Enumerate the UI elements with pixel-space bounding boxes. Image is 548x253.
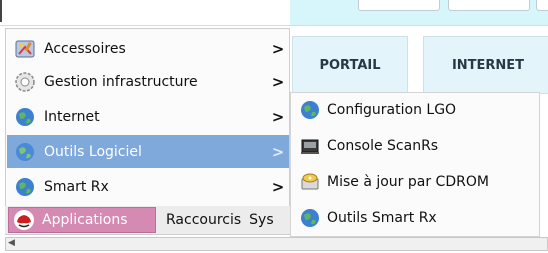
applications-button[interactable]: Applications [8,207,156,233]
submenu-item-label: Configuration LGO [327,102,457,118]
raccourcis-menu[interactable]: Raccourcis [166,212,241,228]
globe-icon [14,141,36,163]
menu-item-smart-rx[interactable]: Smart Rx > [7,170,289,203]
tab-internet[interactable]: INTERNET [423,36,548,94]
globe-icon [14,106,36,128]
globe-icon [14,176,36,198]
submenu-item-label: Mise à jour par CDROM [327,174,489,190]
background-top-button[interactable] [448,0,530,11]
submenu-item-configuration-lgo[interactable]: Configuration LGO [291,93,539,127]
horizontal-scrollbar[interactable]: ◀ [5,237,548,251]
redhat-logo-icon [13,209,35,231]
applications-label: Applications [42,212,128,228]
system-menu[interactable]: Sys [249,212,279,228]
accessories-icon [14,38,36,60]
globe-icon [299,207,321,229]
menu-item-label: Accessoires [44,40,126,57]
tab-internet-label: INTERNET [451,57,525,73]
cdrom-update-icon [299,171,321,193]
menu-item-label: Outils Logiciel [44,143,142,160]
header-divider [0,25,548,26]
background-top-button[interactable] [358,0,440,11]
globe-icon [299,99,321,121]
taskbar: Applications Raccourcis Sys [5,206,290,234]
submenu-item-console-scanrs[interactable]: Console ScanRs [291,129,539,163]
window-edge [0,0,2,22]
chevron-right-icon: > [271,177,285,196]
menu-item-outils-logiciel[interactable]: Outils Logiciel > [7,135,289,168]
submenu-item-label: Console ScanRs [327,138,439,154]
submenu-item-outils-smart-rx[interactable]: Outils Smart Rx [291,201,539,235]
menu-item-label: Smart Rx [44,178,109,195]
outils-logiciel-submenu: Configuration LGO Console ScanRs Mise à … [290,92,540,237]
scroll-left-arrow-icon[interactable]: ◀ [8,238,15,248]
chevron-right-icon: > [271,72,285,91]
background-top-button[interactable] [536,0,548,11]
menu-item-accessoires[interactable]: Accessoires > [7,32,289,65]
tab-portail-label: PORTAIL [319,57,381,73]
submenu-item-label: Outils Smart Rx [327,210,437,226]
chevron-right-icon: > [271,39,285,58]
applications-menu: Accessoires > Gestion infrastructure > I… [5,28,290,235]
menu-item-gestion-infrastructure[interactable]: Gestion infrastructure > [7,65,289,98]
submenu-item-mise-a-jour-cdrom[interactable]: Mise à jour par CDROM [291,165,539,199]
chevron-right-icon: > [271,107,285,126]
menu-item-label: Internet [44,108,100,125]
scanner-icon [299,135,321,157]
menu-item-label: Gestion infrastructure [44,73,198,90]
chevron-right-icon: > [271,142,285,161]
menu-item-internet[interactable]: Internet > [7,100,289,133]
system-settings-icon [14,71,36,93]
tab-portail[interactable]: PORTAIL [292,36,408,94]
